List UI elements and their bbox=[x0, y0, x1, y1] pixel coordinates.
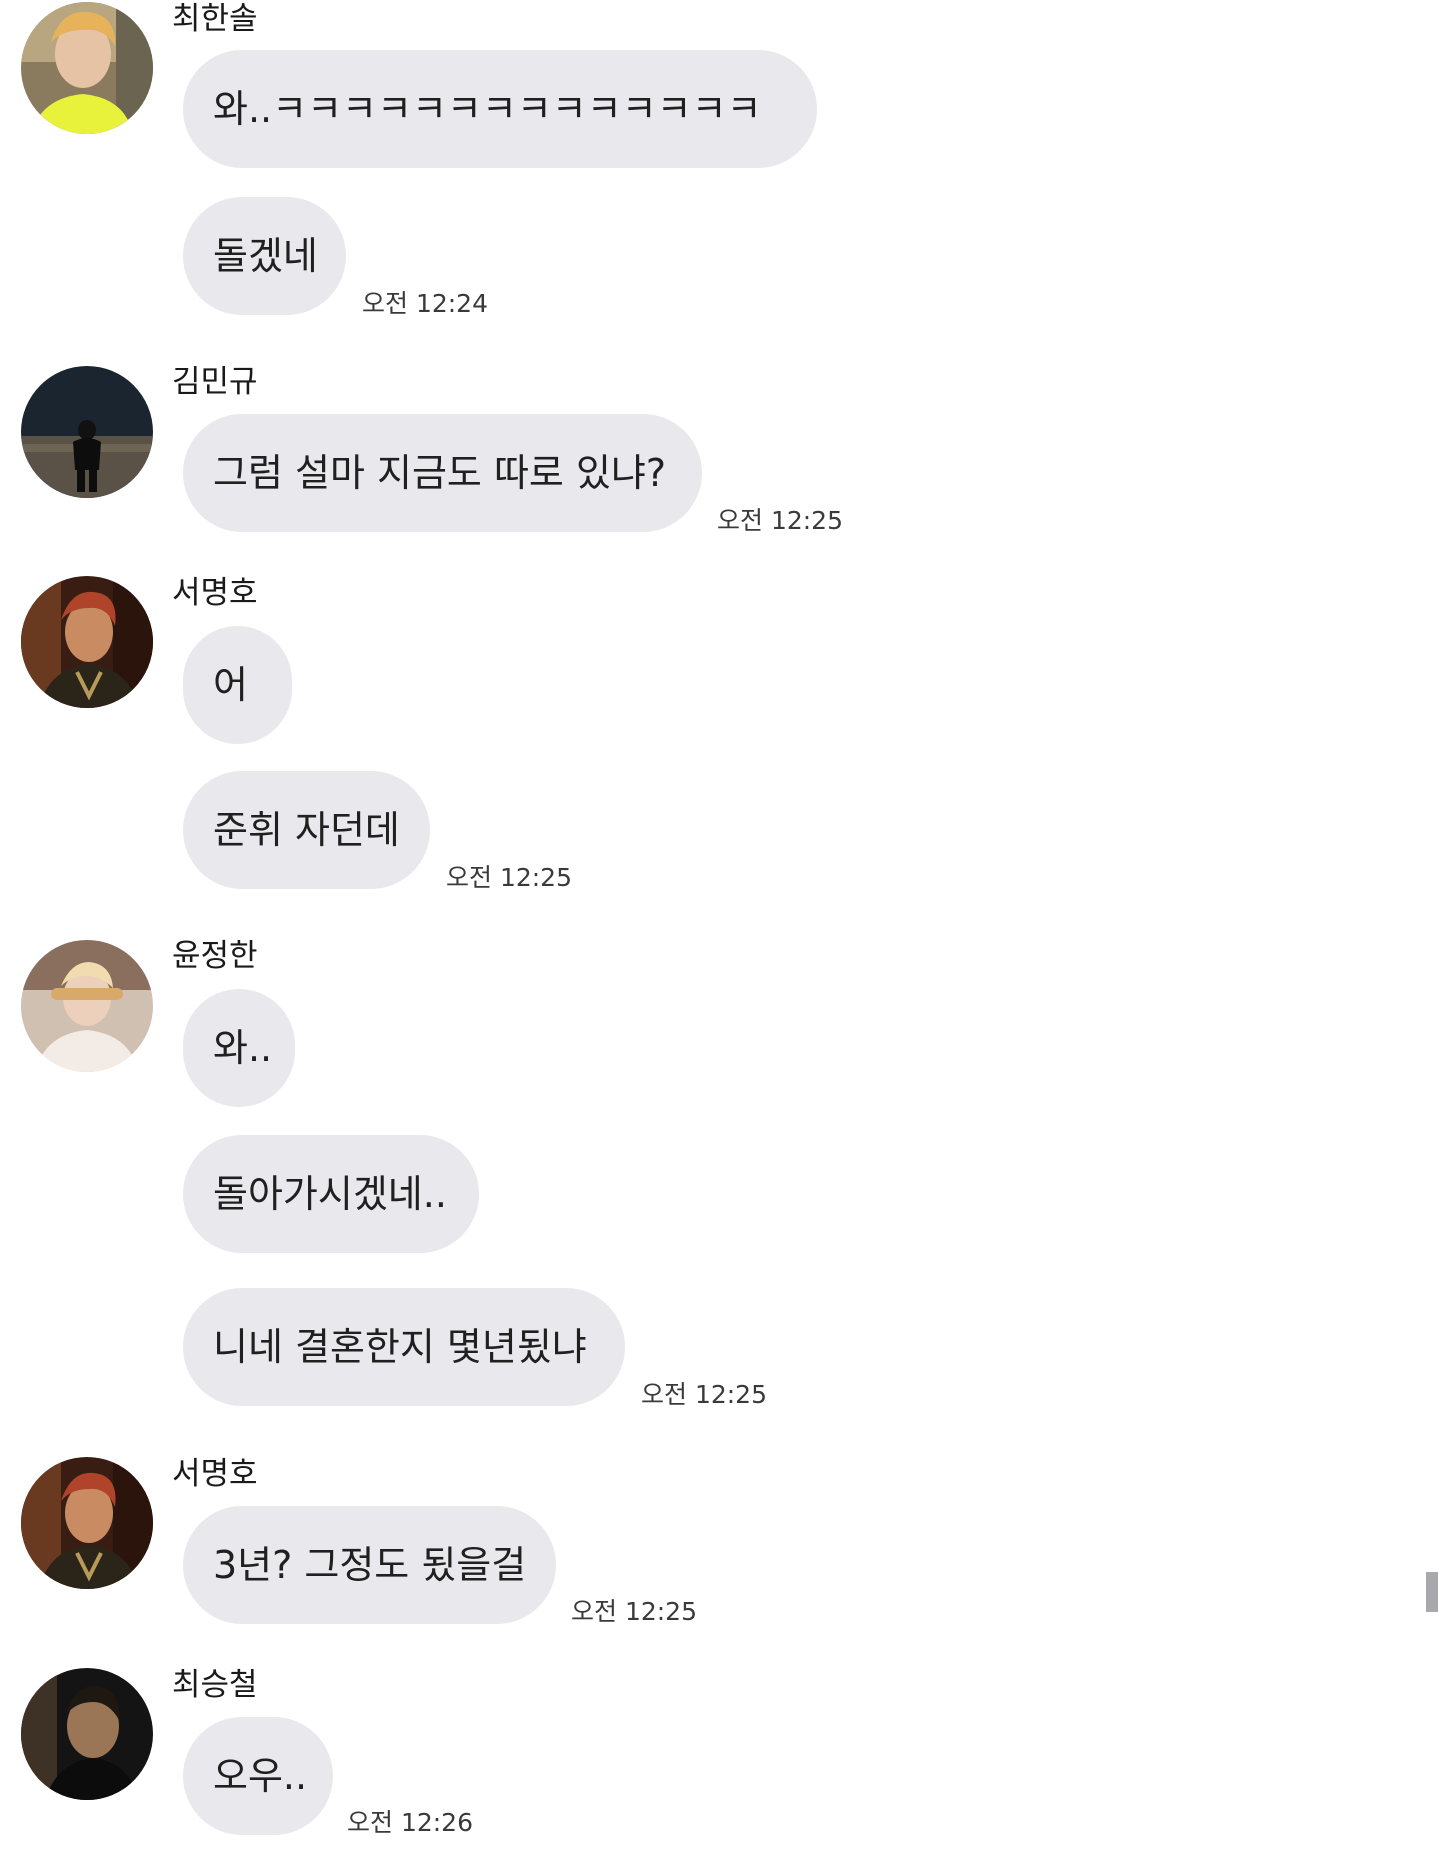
message-bubble[interactable]: 3년? 그정도 됬을걸 bbox=[151, 1506, 556, 1625]
message-bubble[interactable]: 니네 결혼한지 몇년됬냐 bbox=[183, 1288, 625, 1406]
message-text: 와.. bbox=[213, 1026, 273, 1070]
message-bubble[interactable]: 어 bbox=[151, 626, 292, 745]
message-text: 준휘 자던데 bbox=[213, 808, 400, 852]
sender-name: 최승철 bbox=[172, 1667, 258, 1703]
message-bubble[interactable]: 준휘 자던데 bbox=[183, 771, 430, 889]
message-text: 니네 결혼한지 몇년됬냐 bbox=[213, 1325, 587, 1369]
timestamp: 오전 12:25 bbox=[571, 1597, 697, 1626]
message-text: 3년? 그정도 됬을걸 bbox=[213, 1543, 527, 1587]
sender-name: 김민규 bbox=[172, 364, 258, 400]
timestamp: 오전 12:25 bbox=[446, 863, 572, 892]
timestamp: 오전 12:25 bbox=[717, 506, 843, 535]
message-bubble[interactable]: 와..ㅋㅋㅋㅋㅋㅋㅋㅋㅋㅋㅋㅋㅋㅋ bbox=[151, 50, 817, 169]
message-text: 와..ㅋㅋㅋㅋㅋㅋㅋㅋㅋㅋㅋㅋㅋㅋ bbox=[213, 87, 762, 131]
message-bubble[interactable]: 오우.. bbox=[151, 1717, 333, 1836]
sender-name: 최한솔 bbox=[172, 1, 258, 37]
message-text: 오우.. bbox=[213, 1754, 308, 1798]
avatar[interactable] bbox=[21, 1457, 153, 1589]
avatar[interactable] bbox=[21, 576, 153, 708]
message-bubble[interactable]: 그럼 설마 지금도 따로 있냐? bbox=[151, 414, 702, 533]
message-text: 돌아가시겠네.. bbox=[213, 1172, 447, 1216]
sender-name: 서명호 bbox=[172, 1456, 258, 1492]
avatar[interactable] bbox=[21, 366, 153, 498]
message-text: 그럼 설마 지금도 따로 있냐? bbox=[213, 451, 667, 495]
avatar[interactable] bbox=[21, 940, 153, 1072]
chat-message-list[interactable]: 최한솔 와..ㅋㅋㅋㅋㅋㅋㅋㅋㅋㅋㅋㅋㅋㅋ 돌겠네 오전 12:24 김민규 그… bbox=[0, 0, 1440, 1856]
timestamp: 오전 12:24 bbox=[362, 289, 488, 318]
sender-name: 서명호 bbox=[172, 575, 258, 611]
avatar[interactable] bbox=[21, 2, 153, 134]
message-text: 어 bbox=[213, 663, 248, 707]
timestamp: 오전 12:25 bbox=[641, 1380, 767, 1409]
timestamp: 오전 12:26 bbox=[347, 1808, 473, 1837]
message-bubble[interactable]: 돌겠네 bbox=[183, 197, 346, 315]
scrollbar-thumb[interactable] bbox=[1426, 1572, 1438, 1612]
message-text: 돌겠네 bbox=[213, 234, 318, 278]
sender-name: 윤정한 bbox=[172, 938, 258, 974]
message-bubble[interactable]: 돌아가시겠네.. bbox=[183, 1135, 479, 1253]
avatar[interactable] bbox=[21, 1668, 153, 1800]
message-bubble[interactable]: 와.. bbox=[151, 989, 295, 1108]
